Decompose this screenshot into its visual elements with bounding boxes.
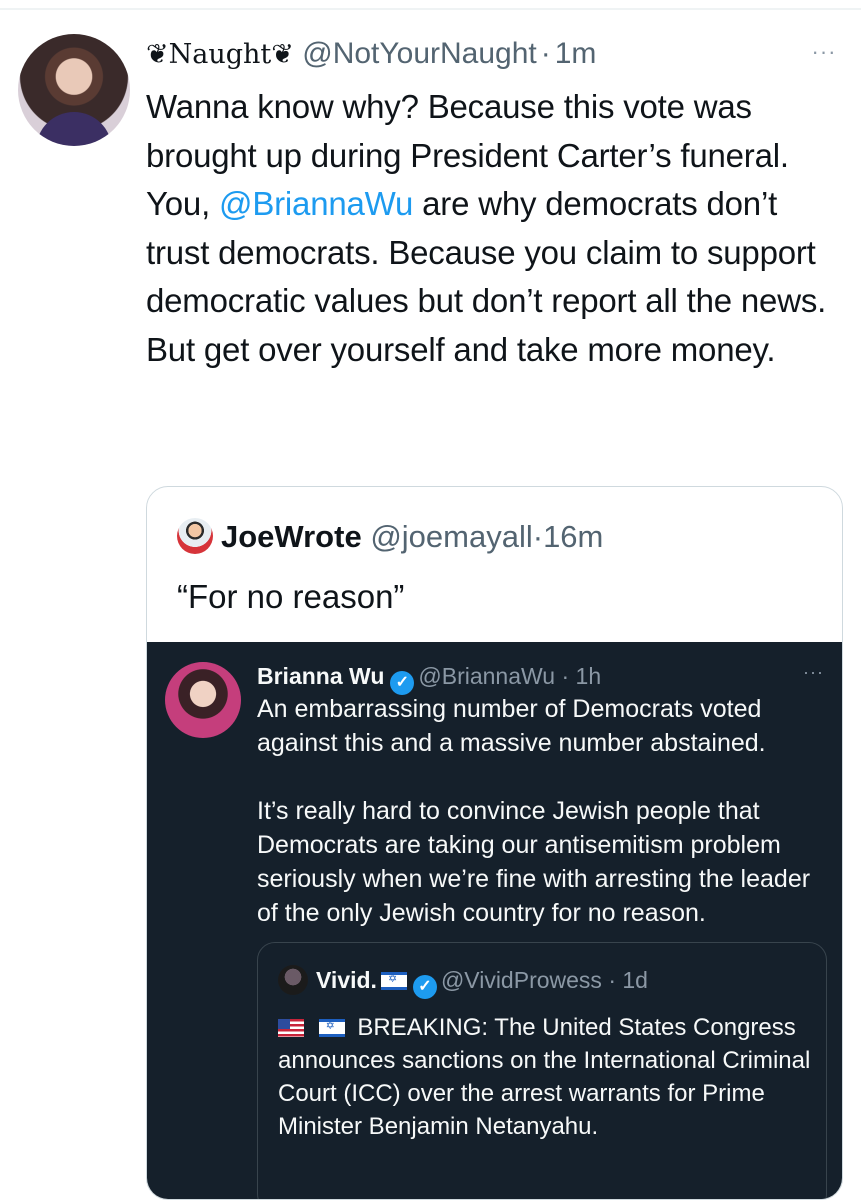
mention-link[interactable]: @BriannaWu	[219, 185, 413, 222]
separator: ·	[532, 519, 544, 554]
quote-tweet-card[interactable]: JoeWrote @joemayall·16m “For no reason” …	[146, 486, 843, 1200]
handle[interactable]: @NotYourNaught	[302, 37, 537, 70]
screenshot-avatar	[165, 662, 241, 738]
embedded-screenshot-image[interactable]: Brianna Wu ✓ @BriannaWu · 1h ··· An embarr…	[147, 642, 842, 1199]
quote-text: “For no reason”	[177, 578, 405, 615]
screenshot-display-name: Brianna Wu	[257, 663, 385, 689]
screenshot-handle: @BriannaWu	[418, 663, 556, 689]
inner-quote-body: BREAKING: The United States Congress ann…	[278, 1014, 811, 1140]
separator: ·	[540, 37, 551, 70]
more-options-icon[interactable]: ···	[804, 40, 844, 64]
quote-avatar	[177, 517, 213, 554]
screenshot-header: Brianna Wu ✓ @BriannaWu · 1h	[257, 660, 601, 695]
screenshot-text: An embarrassing number of Democrats vote…	[257, 692, 837, 930]
separator: ·	[561, 663, 570, 689]
verified-badge-icon: ✓	[412, 975, 437, 999]
timestamp[interactable]: 1m	[555, 37, 597, 70]
inner-quote-text: BREAKING: The United States Congress ann…	[278, 1011, 818, 1143]
inner-quote-timestamp: 1d	[622, 967, 648, 993]
inner-quote-handle: @VividProwess	[440, 967, 602, 993]
tweet-header: ❦Naught❦ @NotYourNaught · 1m	[146, 36, 596, 73]
more-options-icon: ···	[803, 662, 824, 682]
israel-flag-icon	[380, 972, 407, 990]
tweet-text: Wanna know why? Because this vote was br…	[146, 83, 846, 374]
inner-quote-display-name: Vivid.	[316, 967, 377, 993]
avatar[interactable]	[18, 34, 130, 146]
inner-quote-card: Vivid. ✓@VividProwess · 1d BREAKING: The …	[257, 942, 827, 1199]
separator: ·	[608, 967, 616, 993]
quote-handle: @joemayall	[370, 519, 533, 554]
display-name[interactable]: ❦Naught❦	[146, 39, 294, 70]
tweet[interactable]: ❦Naught❦ @NotYourNaught · 1m ··· Wanna kno…	[0, 10, 861, 1200]
screenshot-paragraph: It’s really hard to convince Jewish peop…	[257, 797, 811, 927]
inner-quote-header: Vivid. ✓@VividProwess · 1d	[278, 964, 648, 999]
quote-header: JoeWrote @joemayall·16m	[177, 517, 603, 557]
israel-flag-icon	[318, 1019, 345, 1037]
us-flag-icon	[278, 1019, 304, 1037]
inner-quote-avatar	[278, 964, 308, 995]
quote-timestamp: 16m	[543, 519, 604, 554]
screenshot-timestamp: 1h	[575, 663, 602, 689]
screenshot-paragraph: An embarrassing number of Democrats vote…	[257, 695, 766, 757]
quote-display-name: JoeWrote	[221, 519, 362, 554]
